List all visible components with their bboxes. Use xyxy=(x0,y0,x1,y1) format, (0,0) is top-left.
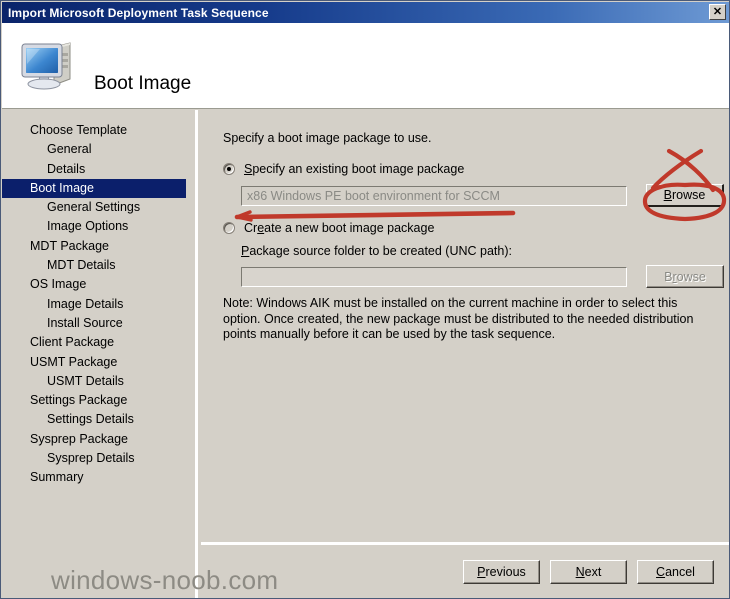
browse-existing-button[interactable]: Browse xyxy=(646,184,724,207)
computer-icon xyxy=(21,42,71,90)
browse-source-button[interactable]: Br owse xyxy=(646,265,724,288)
instruction-text: Specify a boot image package to use. xyxy=(223,131,432,145)
previous-button[interactable]: Previous xyxy=(463,560,540,584)
sidebar-item-usmt-package[interactable]: USMT Package xyxy=(2,353,195,372)
footer-button-group: Previous Next Cancel xyxy=(463,560,714,584)
radio-create-package[interactable] xyxy=(223,222,235,234)
package-source-field[interactable] xyxy=(241,267,627,287)
import-task-sequence-dialog: Import Microsoft Deployment Task Sequenc… xyxy=(0,0,730,599)
sidebar-item-mdt-details[interactable]: MDT Details xyxy=(2,256,195,275)
existing-package-field[interactable]: x86 Windows PE boot environment for SCCM xyxy=(241,186,627,206)
dialog-body: Choose Template General Details Boot Ima… xyxy=(2,110,729,598)
sidebar-item-choose-template[interactable]: Choose Template xyxy=(2,121,195,140)
sidebar-item-client-package[interactable]: Client Package xyxy=(2,333,195,352)
sidebar-item-image-options[interactable]: Image Options xyxy=(2,217,195,236)
sidebar-item-summary[interactable]: Summary xyxy=(2,468,195,487)
main-panel: Specify a boot image package to use. Spe… xyxy=(201,110,729,598)
cancel-button[interactable]: Cancel xyxy=(637,560,714,584)
sidebar-item-details[interactable]: Details xyxy=(2,160,195,179)
sidebar-item-image-details[interactable]: Image Details xyxy=(2,295,195,314)
sidebar-item-mdt-package[interactable]: MDT Package xyxy=(2,237,195,256)
note-text: Note: Windows AIK must be installed on t… xyxy=(223,296,694,342)
title-bar: Import Microsoft Deployment Task Sequenc… xyxy=(2,2,729,23)
sidebar-item-usmt-details[interactable]: USMT Details xyxy=(2,372,195,391)
radio-create-package-row[interactable]: Create a new boot image package xyxy=(223,221,434,235)
radio-existing-package-label: Specify an existing boot image package xyxy=(244,162,465,176)
radio-create-package-label: Create a new boot image package xyxy=(244,221,435,235)
dialog-header: Boot Image xyxy=(2,23,729,109)
next-button[interactable]: Next xyxy=(550,560,627,584)
radio-existing-package-row[interactable]: Specify an existing boot image package xyxy=(223,162,464,176)
sidebar-item-general[interactable]: General xyxy=(2,140,195,159)
wizard-step-list: Choose Template General Details Boot Ima… xyxy=(2,110,198,598)
sidebar-item-settings-package[interactable]: Settings Package xyxy=(2,391,195,410)
radio-existing-package[interactable] xyxy=(223,163,235,175)
sidebar-item-sysprep-details[interactable]: Sysprep Details xyxy=(2,449,195,468)
dialog-footer: Previous Next Cancel xyxy=(201,542,729,598)
sidebar-item-boot-image[interactable]: Boot Image xyxy=(2,178,186,199)
window-title: Import Microsoft Deployment Task Sequenc… xyxy=(8,5,269,20)
sidebar-item-general-settings[interactable]: General Settings xyxy=(2,198,195,217)
sidebar-item-os-image[interactable]: OS Image xyxy=(2,275,195,294)
close-icon[interactable]: ✕ xyxy=(709,4,726,20)
package-source-label: Package source folder to be created (UNC… xyxy=(241,244,512,258)
sidebar-item-sysprep-package[interactable]: Sysprep Package xyxy=(2,430,195,449)
sidebar-item-install-source[interactable]: Install Source xyxy=(2,314,195,333)
page-title: Boot Image xyxy=(94,73,192,94)
sidebar-item-settings-details[interactable]: Settings Details xyxy=(2,410,195,429)
